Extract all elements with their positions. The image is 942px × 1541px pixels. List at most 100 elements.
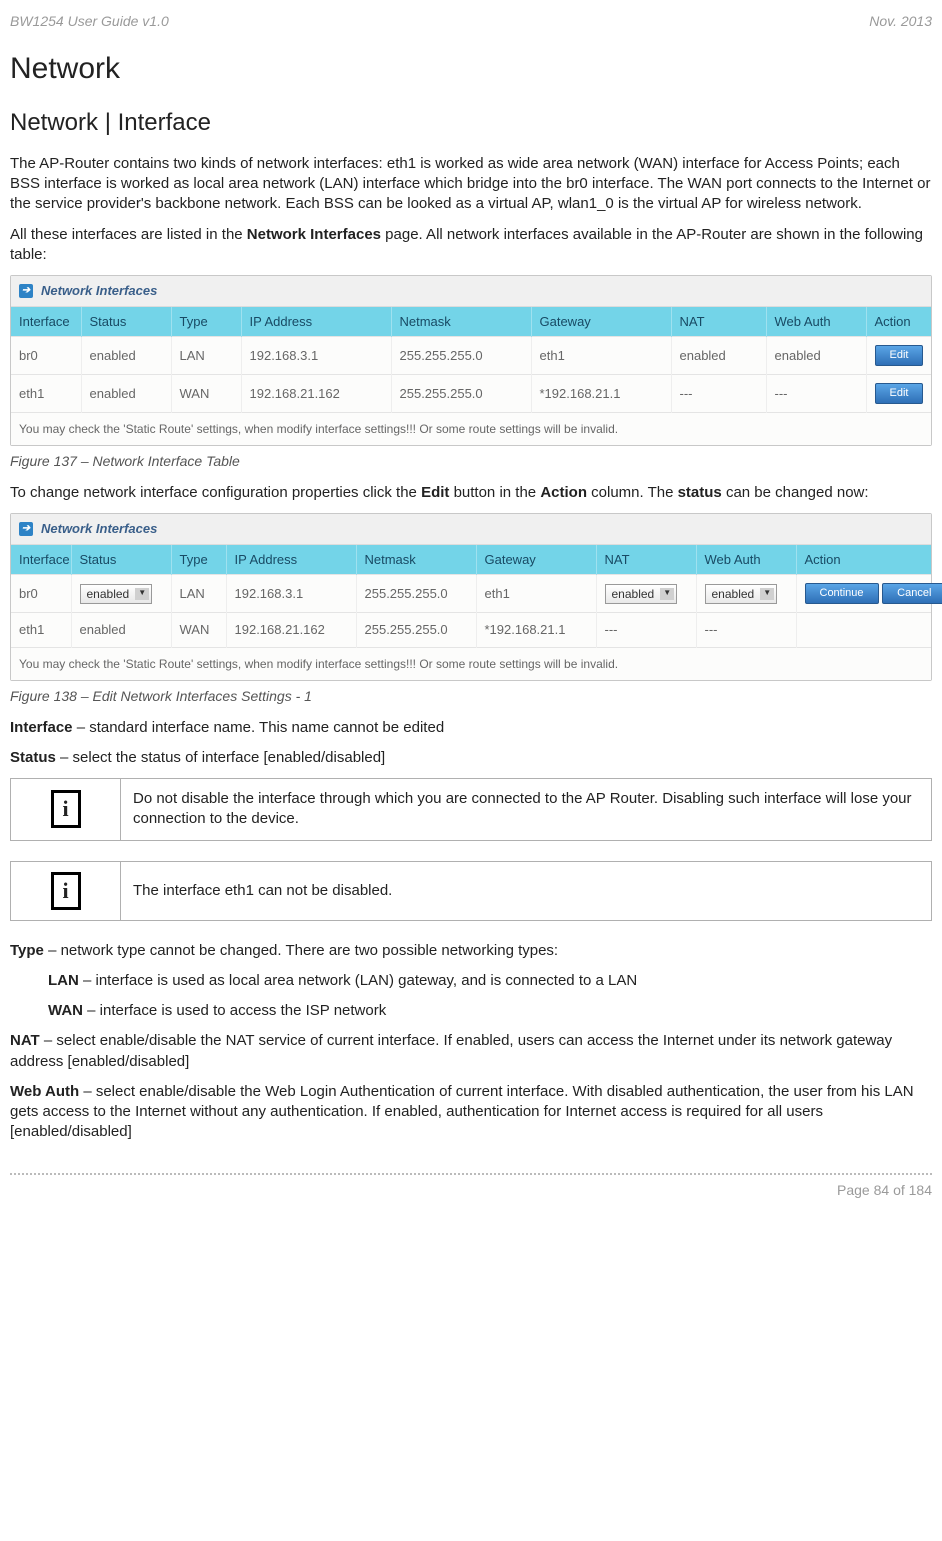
doc-title-header: BW1254 User Guide v1.0 <box>10 12 169 31</box>
cell-status: enabled <box>81 337 171 375</box>
col-interface: Interface <box>11 545 71 575</box>
webauth-dropdown[interactable]: enabled ▼ <box>705 584 778 604</box>
panel-titlebar: ➔ Network Interfaces <box>11 514 931 545</box>
def-webauth: Web Auth – select enable/disable the Web… <box>10 1082 932 1143</box>
info-box-2: i The interface eth1 can not be disabled… <box>10 861 932 921</box>
cell-action: Continue Cancel <box>796 575 931 613</box>
edit-button[interactable]: Edit <box>875 383 924 404</box>
info-text: The interface eth1 can not be disabled. <box>121 861 932 920</box>
table-row: br0 enabled ▼ LAN 192.168.3.1 255.255.25… <box>11 575 931 613</box>
col-nat: NAT <box>671 307 766 337</box>
panel-title: Network Interfaces <box>41 520 157 538</box>
def-interface: Interface – standard interface name. Thi… <box>10 718 932 738</box>
cell-netmask: 255.255.255.0 <box>391 374 531 412</box>
table-header-row: Interface Status Type IP Address Netmask… <box>11 545 931 575</box>
def-status: Status – select the status of interface … <box>10 748 932 768</box>
cell-type: WAN <box>171 613 226 648</box>
page-title: Network <box>10 49 932 90</box>
table-footnote-row: You may check the 'Static Route' setting… <box>11 412 931 445</box>
status-dropdown[interactable]: enabled ▼ <box>80 584 153 604</box>
table-footnote-row: You may check the 'Static Route' setting… <box>11 647 931 680</box>
cell-nat: enabled ▼ <box>596 575 696 613</box>
nat-dropdown[interactable]: enabled ▼ <box>605 584 678 604</box>
info-icon-cell: i <box>11 861 121 920</box>
cell-type: LAN <box>171 575 226 613</box>
info-icon: i <box>51 872 81 910</box>
cell-interface: br0 <box>11 337 81 375</box>
table-footnote: You may check the 'Static Route' setting… <box>11 647 931 680</box>
cell-nat: enabled <box>671 337 766 375</box>
text-bold: WAN <box>48 1002 83 1019</box>
interfaces-table: Interface Status Type IP Address Netmask… <box>11 307 931 445</box>
info-icon-cell: i <box>11 779 121 841</box>
col-action: Action <box>866 307 931 337</box>
cell-ip: 192.168.3.1 <box>226 575 356 613</box>
col-action: Action <box>796 545 931 575</box>
edit-button[interactable]: Edit <box>875 345 924 366</box>
page-footer: Page 84 of 184 <box>10 1173 932 1200</box>
cell-webauth: --- <box>766 374 866 412</box>
cell-gateway: eth1 <box>476 575 596 613</box>
col-status: Status <box>81 307 171 337</box>
text-bold: LAN <box>48 972 79 989</box>
text-bold: status <box>678 484 722 501</box>
cell-type: WAN <box>171 374 241 412</box>
cell-ip: 192.168.21.162 <box>241 374 391 412</box>
figure-caption-138: Figure 138 – Edit Network Interfaces Set… <box>10 687 932 706</box>
col-type: Type <box>171 307 241 337</box>
text-bold: Status <box>10 749 56 766</box>
text: – network type cannot be changed. There … <box>44 942 558 959</box>
text-bold: Action <box>540 484 587 501</box>
cell-interface: eth1 <box>11 613 71 648</box>
col-webauth: Web Auth <box>696 545 796 575</box>
table-footnote: You may check the 'Static Route' setting… <box>11 412 931 445</box>
cell-gateway: *192.168.21.1 <box>476 613 596 648</box>
col-ip: IP Address <box>241 307 391 337</box>
text: – interface is used as local area networ… <box>79 972 637 989</box>
info-box-1: i Do not disable the interface through w… <box>10 778 932 841</box>
cell-action: Edit <box>866 337 931 375</box>
def-nat: NAT – select enable/disable the NAT serv… <box>10 1031 932 1072</box>
doc-date-header: Nov. 2013 <box>869 12 932 31</box>
text: can be changed now: <box>722 484 869 501</box>
cell-ip: 192.168.3.1 <box>241 337 391 375</box>
text: – interface is used to access the ISP ne… <box>83 1002 386 1019</box>
cell-status: enabled <box>71 613 171 648</box>
table-header-row: Interface Status Type IP Address Netmask… <box>11 307 931 337</box>
arrow-right-icon: ➔ <box>19 284 33 298</box>
cell-ip: 192.168.21.162 <box>226 613 356 648</box>
dropdown-value: enabled <box>87 586 130 602</box>
section-title: Network | Interface <box>10 107 932 139</box>
cell-action: Edit <box>866 374 931 412</box>
paragraph-edit-intro: To change network interface configuratio… <box>10 483 932 503</box>
info-icon: i <box>51 790 81 828</box>
table-row: br0 enabled LAN 192.168.3.1 255.255.255.… <box>11 337 931 375</box>
cell-netmask: 255.255.255.0 <box>391 337 531 375</box>
figure-caption-137: Figure 137 – Network Interface Table <box>10 452 932 471</box>
def-type-wan: WAN – interface is used to access the IS… <box>48 1001 932 1021</box>
text: – select enable/disable the NAT service … <box>10 1032 892 1069</box>
text-bold: NAT <box>10 1032 40 1049</box>
col-gateway: Gateway <box>476 545 596 575</box>
network-interfaces-panel-2: ➔ Network Interfaces Interface Status Ty… <box>10 513 932 681</box>
text-bold: Interface <box>10 719 73 736</box>
table-row: eth1 enabled WAN 192.168.21.162 255.255.… <box>11 374 931 412</box>
info-text: Do not disable the interface through whi… <box>121 779 932 841</box>
dropdown-value: enabled <box>612 586 655 602</box>
cell-webauth: --- <box>696 613 796 648</box>
cell-interface: br0 <box>11 575 71 613</box>
panel-titlebar: ➔ Network Interfaces <box>11 276 931 307</box>
cell-nat: --- <box>596 613 696 648</box>
cancel-button[interactable]: Cancel <box>882 583 942 604</box>
col-netmask: Netmask <box>356 545 476 575</box>
cell-netmask: 255.255.255.0 <box>356 575 476 613</box>
network-interfaces-panel-1: ➔ Network Interfaces Interface Status Ty… <box>10 275 932 446</box>
continue-button[interactable]: Continue <box>805 583 879 604</box>
dropdown-value: enabled <box>712 586 755 602</box>
chevron-down-icon: ▼ <box>760 588 774 600</box>
col-ip: IP Address <box>226 545 356 575</box>
text: To change network interface configuratio… <box>10 484 421 501</box>
chevron-down-icon: ▼ <box>135 588 149 600</box>
col-type: Type <box>171 545 226 575</box>
col-netmask: Netmask <box>391 307 531 337</box>
